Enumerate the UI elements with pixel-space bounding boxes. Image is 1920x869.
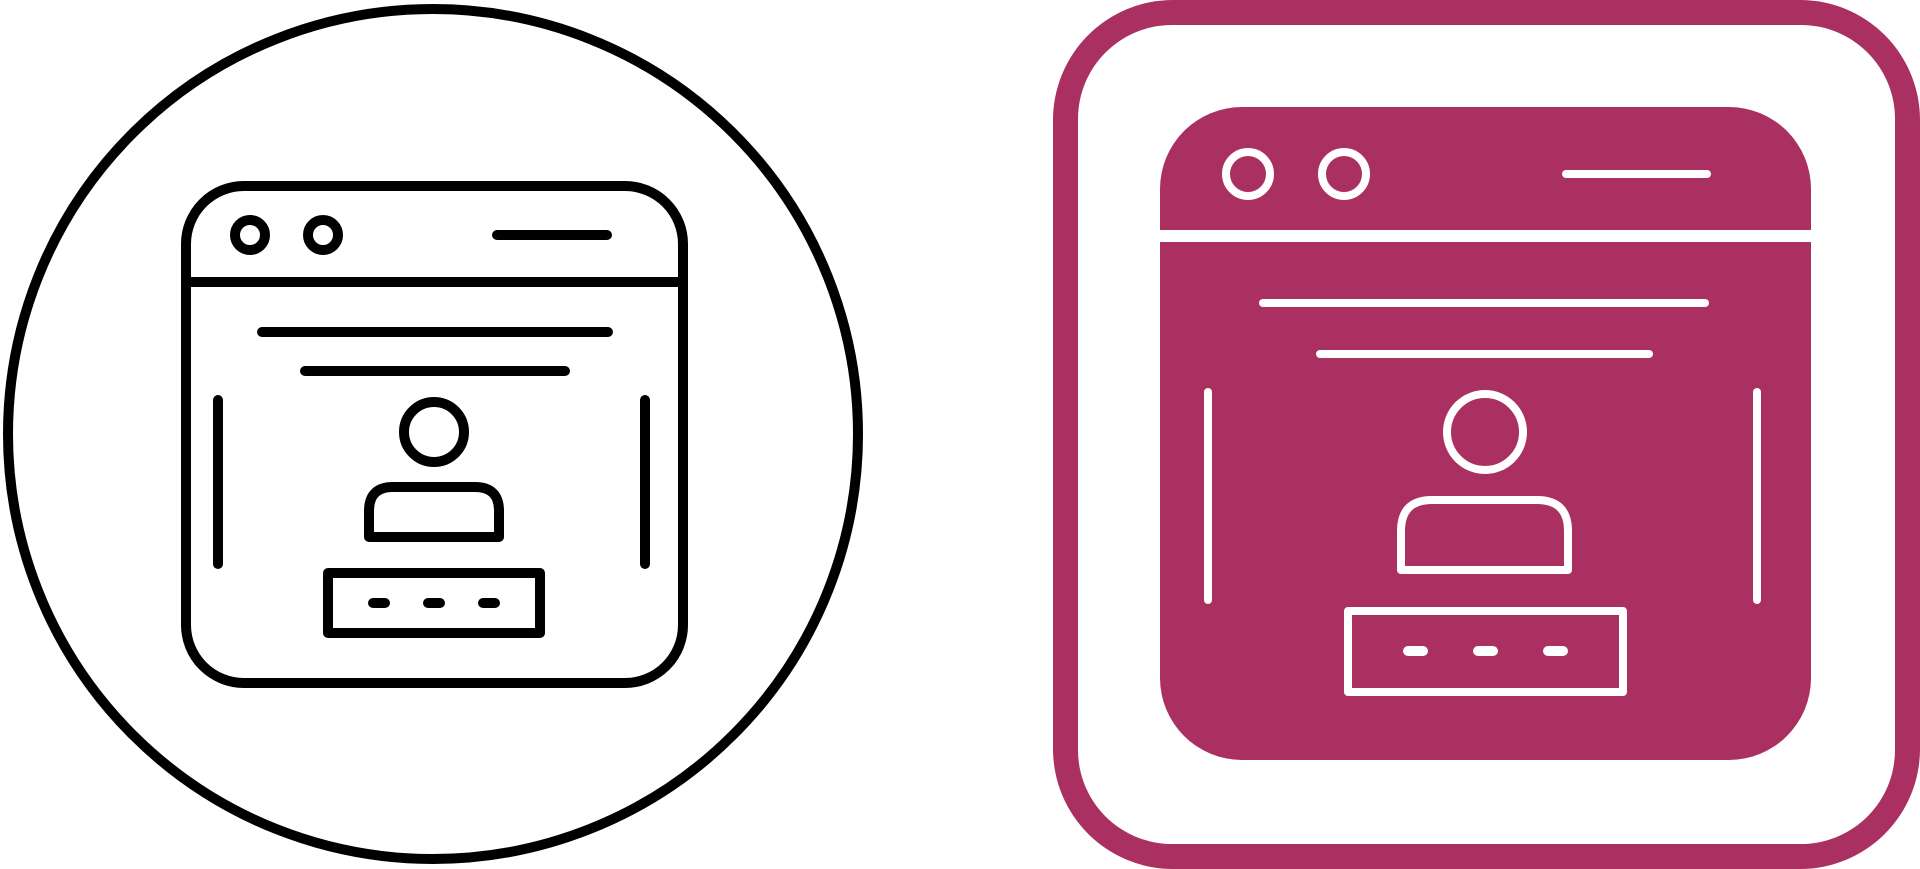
user-head-icon xyxy=(399,397,469,467)
circle-frame-icon xyxy=(3,4,863,864)
user-avatar-icon xyxy=(364,397,504,542)
icon-set-svg xyxy=(3,0,1920,869)
user-body-icon xyxy=(364,482,504,542)
login-webpage-icon-glyph xyxy=(1053,0,1920,869)
window-dot-icon xyxy=(303,215,343,255)
icon-set-canvas xyxy=(0,0,1920,869)
window-dot-icon xyxy=(230,215,270,255)
browser-window-frame xyxy=(181,181,688,688)
browser-window-fill xyxy=(1160,107,1811,760)
browser-window-icon xyxy=(181,181,688,688)
browser-window-icon xyxy=(1154,107,1817,760)
login-webpage-icon-outline xyxy=(3,4,863,864)
password-field-icon xyxy=(323,568,545,638)
